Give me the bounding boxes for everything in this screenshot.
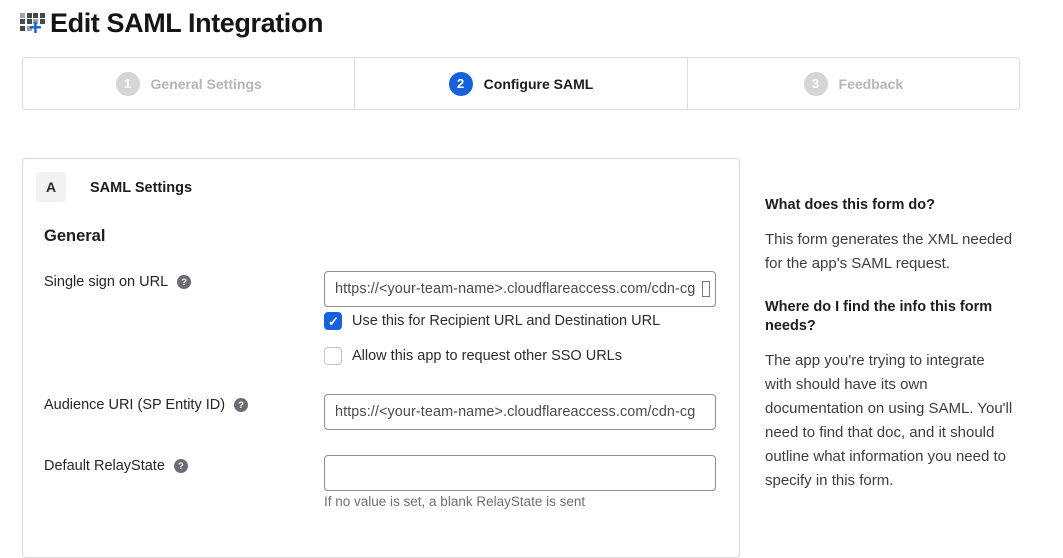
checked-checkbox-icon[interactable]: [324, 312, 342, 330]
page-header: + Edit SAML Integration: [20, 8, 323, 39]
checkbox-label: Use this for Recipient URL and Destinati…: [352, 313, 660, 329]
sso-url-input[interactable]: [324, 271, 716, 307]
sso-url-textbox: [324, 271, 716, 307]
recipient-url-check-row[interactable]: Use this for Recipient URL and Destinati…: [324, 312, 660, 330]
step-label: Configure SAML: [484, 76, 594, 92]
step-label: Feedback: [839, 76, 904, 92]
relay-state-input[interactable]: [324, 455, 716, 491]
section-a-badge: A: [36, 172, 66, 202]
text-cursor: [702, 281, 710, 297]
audience-uri-label: Audience URI (SP Entity ID) ?: [44, 397, 248, 413]
sso-url-label: Single sign on URL ?: [44, 274, 191, 290]
sidebar-q1-body: This form generates the XML needed for t…: [765, 228, 1013, 276]
help-icon[interactable]: ?: [234, 398, 248, 412]
help-icon[interactable]: ?: [174, 459, 188, 473]
grid-plus-icon: +: [20, 11, 46, 37]
audience-uri-textbox: [324, 394, 716, 430]
relay-state-helper: If no value is set, a blank RelayState i…: [324, 494, 585, 509]
relay-state-label-text: Default RelayState: [44, 458, 165, 474]
step-number-badge: 1: [116, 72, 140, 96]
wizard-stepper: 1 General Settings 2 Configure SAML 3 Fe…: [22, 57, 1020, 110]
step-number-badge: 2: [449, 72, 473, 96]
help-icon[interactable]: ?: [177, 275, 191, 289]
section-title: SAML Settings: [90, 180, 192, 196]
help-sidebar: What does this form do? This form genera…: [765, 196, 1013, 493]
step-label: General Settings: [151, 76, 262, 92]
relay-state-textbox: [324, 455, 716, 491]
general-heading: General: [44, 227, 105, 246]
sidebar-q2-heading: Where do I find the info this form needs…: [765, 298, 1013, 336]
step-number-badge: 3: [804, 72, 828, 96]
sidebar-q1-heading: What does this form do?: [765, 196, 1013, 215]
other-sso-urls-check-row[interactable]: Allow this app to request other SSO URLs: [324, 347, 622, 365]
audience-uri-input[interactable]: [324, 394, 716, 430]
audience-uri-label-text: Audience URI (SP Entity ID): [44, 397, 225, 413]
unchecked-checkbox-icon[interactable]: [324, 347, 342, 365]
sso-url-label-text: Single sign on URL: [44, 274, 168, 290]
step-feedback[interactable]: 3 Feedback: [687, 58, 1019, 109]
checkbox-label: Allow this app to request other SSO URLs: [352, 348, 622, 364]
step-configure-saml[interactable]: 2 Configure SAML: [354, 58, 686, 109]
page-title: Edit SAML Integration: [50, 8, 323, 39]
step-general-settings[interactable]: 1 General Settings: [23, 58, 354, 109]
sidebar-q2-body: The app you're trying to integrate with …: [765, 349, 1013, 493]
relay-state-label: Default RelayState ?: [44, 458, 188, 474]
